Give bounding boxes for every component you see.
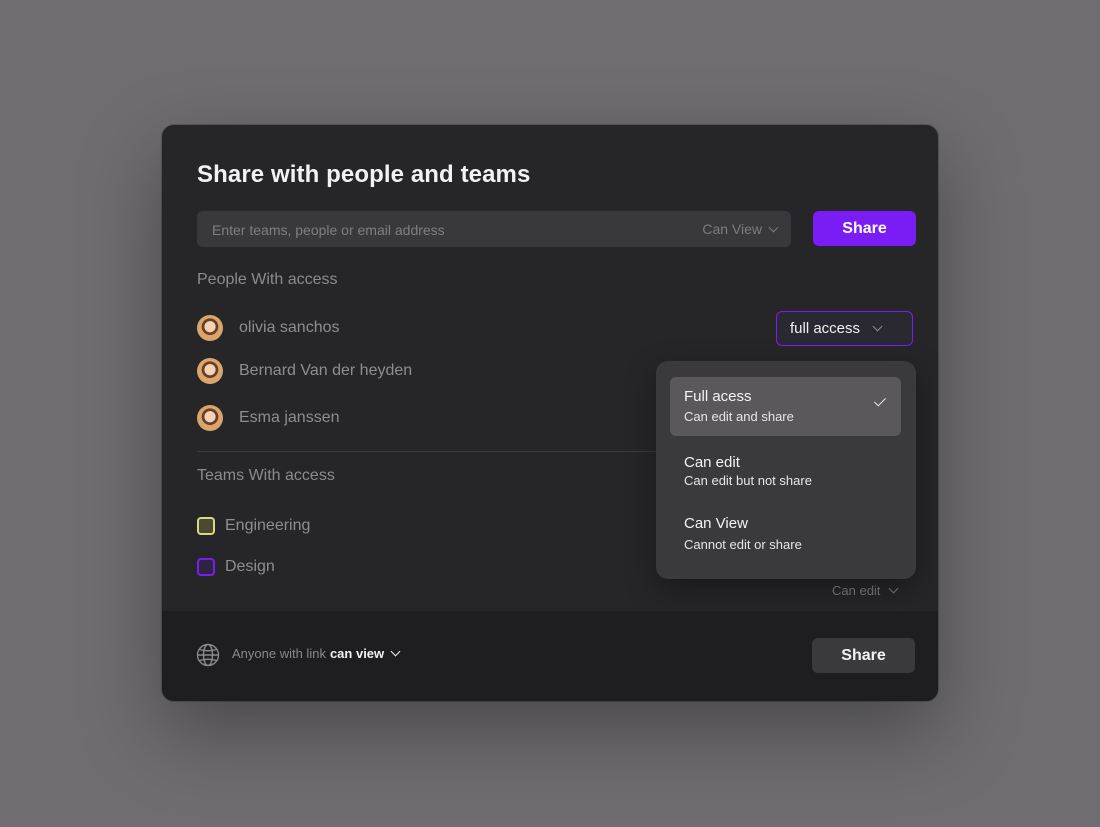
avatar xyxy=(197,405,223,431)
person-row: Bernard Van der heyden xyxy=(197,357,412,385)
avatar xyxy=(197,315,223,341)
link-sharing-text: Anyone with link can view xyxy=(232,646,401,661)
chevron-down-icon xyxy=(390,646,401,657)
person-name: olivia sanchos xyxy=(239,319,340,336)
team-name: Design xyxy=(225,558,275,575)
link-permission-select[interactable]: can view xyxy=(329,646,401,661)
dialog-title: Share with people and teams xyxy=(197,161,531,188)
menu-item-can-edit[interactable]: Can edit Can edit but not share xyxy=(670,443,901,500)
team-color-swatch xyxy=(197,558,215,576)
footer-share-button[interactable]: Share xyxy=(812,638,915,673)
team-name: Engineering xyxy=(225,517,311,534)
menu-item-title: Can View xyxy=(684,515,748,532)
share-button[interactable]: Share xyxy=(813,211,916,246)
chevron-down-icon xyxy=(872,321,883,332)
chevron-down-icon xyxy=(768,222,779,232)
person-name: Bernard Van der heyden xyxy=(239,362,413,379)
team-color-swatch xyxy=(197,517,215,535)
chevron-down-icon xyxy=(888,583,899,594)
globe-icon xyxy=(196,643,220,667)
avatar xyxy=(197,358,223,384)
menu-item-subtitle: Can edit but not share xyxy=(684,473,812,488)
menu-item-full-access[interactable]: Full acess Can edit and share xyxy=(670,377,901,436)
team-row: Engineering xyxy=(197,514,310,538)
menu-item-subtitle: Can edit and share xyxy=(684,409,794,424)
menu-item-title: Full acess xyxy=(684,388,752,405)
person-access-label: full access xyxy=(790,320,861,337)
invite-permission-label: Can View xyxy=(702,221,762,237)
people-section-title: People With access xyxy=(197,271,338,288)
menu-item-can-view[interactable]: Can View Cannot edit or share xyxy=(670,504,901,564)
team-permission-select[interactable]: Can edit xyxy=(832,583,899,598)
invite-search-input[interactable] xyxy=(210,211,674,249)
menu-item-subtitle: Cannot edit or share xyxy=(684,537,802,552)
section-divider xyxy=(197,451,657,452)
link-permission-label: can view xyxy=(329,646,385,661)
person-row: olivia sanchos xyxy=(197,314,340,342)
access-dropdown-menu: Full acess Can edit and share Can edit C… xyxy=(656,361,916,579)
team-row: Design xyxy=(197,555,275,579)
invite-field: Can View xyxy=(197,211,791,249)
invite-permission-select[interactable]: Can View xyxy=(702,211,779,247)
person-access-select[interactable]: full access xyxy=(776,311,913,346)
dialog-footer: Anyone with link can view Share xyxy=(162,611,938,701)
teams-section-title: Teams With access xyxy=(197,467,335,484)
team-permission-label: Can edit xyxy=(832,583,881,598)
invite-row: Can View Share xyxy=(197,211,916,249)
share-dialog: Share with people and teams Can View Sha… xyxy=(162,125,938,701)
person-row: Esma janssen xyxy=(197,404,340,432)
menu-item-title: Can edit xyxy=(684,454,740,471)
link-sharing-prefix: Anyone with link xyxy=(232,646,326,661)
person-name: Esma janssen xyxy=(239,409,340,426)
